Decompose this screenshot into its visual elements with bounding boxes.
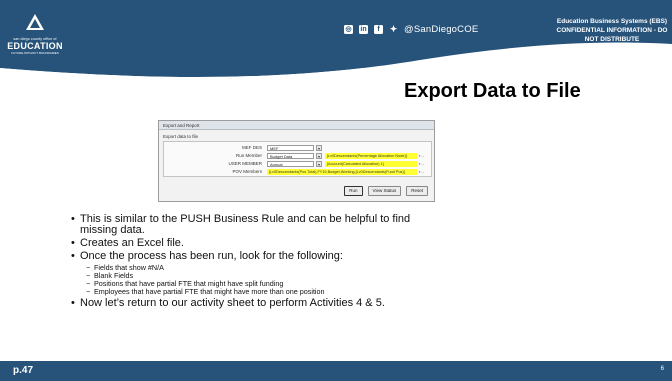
field-member-highlight: [Lv0Descendants(Pos Total),FY19,Budget,W… — [267, 169, 417, 175]
bullet-item: Creates an Excel file. — [71, 238, 184, 250]
field-label: USER MEMBER — [228, 161, 262, 166]
field-select[interactable]: Budget Data — [267, 153, 314, 159]
reset-button[interactable]: Reset — [406, 186, 428, 196]
social-links: ◎ in f ✦ @SanDiegoCOE — [344, 23, 478, 35]
chevron-down-icon[interactable]: ▾ — [316, 153, 322, 159]
ellipsis-icon[interactable]: ▪… — [419, 153, 424, 159]
logo-big-text: EDUCATION — [7, 41, 63, 51]
slide-title: Export Data to File — [404, 80, 581, 102]
page-reference: p.47 — [0, 361, 52, 381]
bullet-continuation-text: missing data. — [80, 224, 145, 236]
field-label: MEF DES — [241, 145, 262, 150]
slide: san diego county office of EDUCATION FUT… — [0, 0, 672, 381]
field-select[interactable]: MEF — [267, 145, 314, 151]
bullet-item: Now let’s return to our activity sheet t… — [71, 298, 385, 310]
screenshot-buttons: Run View Status Reset — [344, 186, 428, 196]
field-label: Run Member — [235, 153, 262, 158]
facebook-icon[interactable]: f — [374, 24, 383, 34]
screenshot-header: Export and Report — [159, 121, 434, 130]
ellipsis-icon[interactable]: ▪… — [419, 161, 424, 167]
bullet-item: Once the process has been run, look for … — [71, 251, 343, 263]
systems-label: Education Business Systems (EBS) CONFIDE… — [556, 17, 668, 44]
sdcoe-logo: san diego county office of EDUCATION FUT… — [6, 14, 64, 64]
field-member-highlight: [Lv0Descendants(Percentage Allocation No… — [325, 153, 417, 159]
field-row: POV Members [Lv0Descendants(Pos Total),F… — [164, 168, 431, 176]
ellipsis-icon[interactable]: ▪… — [419, 169, 424, 175]
field-row: USER MEMBER Annual ▾ [Account(Calculated… — [164, 160, 431, 168]
instagram-icon[interactable]: ◎ — [344, 24, 353, 34]
linkedin-icon[interactable]: in — [359, 24, 368, 34]
systems-line2: CONFIDENTIAL INFORMATION - DO NOT DISTRI… — [556, 27, 668, 43]
logo-tagline: FUTURE WITHOUT BOUNDARIES — [11, 51, 59, 55]
field-member-highlight: [Account(Calculated Allocation) 1] — [325, 161, 417, 167]
twitter-icon[interactable]: ✦ — [389, 24, 398, 34]
field-label: POV Members — [232, 169, 262, 174]
social-handle: @SanDiegoCOE — [404, 23, 479, 35]
export-dialog-screenshot: Export and Report Export data to file ME… — [158, 120, 435, 202]
field-select[interactable]: Annual — [267, 161, 314, 167]
sub-bullet-item: Employees that have partial FTE that mig… — [86, 288, 325, 297]
screenshot-field-panel: MEF DES MEF ▾ Run Member Budget Data ▾ [… — [163, 141, 432, 177]
logo-triangle-icon — [26, 14, 44, 30]
field-row: MEF DES MEF ▾ — [164, 144, 431, 152]
screenshot-subtitle: Export data to file — [163, 134, 199, 139]
footer-bar — [0, 361, 672, 381]
systems-line1: Education Business Systems (EBS) — [556, 18, 668, 25]
view-status-button[interactable]: View Status — [367, 186, 402, 196]
field-row: Run Member Budget Data ▾ [Lv0Descendants… — [164, 152, 431, 160]
bullet-continuation: missing data. — [80, 225, 145, 236]
slide-number: 6 — [660, 366, 664, 372]
chevron-down-icon[interactable]: ▾ — [316, 145, 322, 151]
run-button[interactable]: Run — [344, 186, 363, 196]
chevron-down-icon[interactable]: ▾ — [316, 161, 322, 167]
